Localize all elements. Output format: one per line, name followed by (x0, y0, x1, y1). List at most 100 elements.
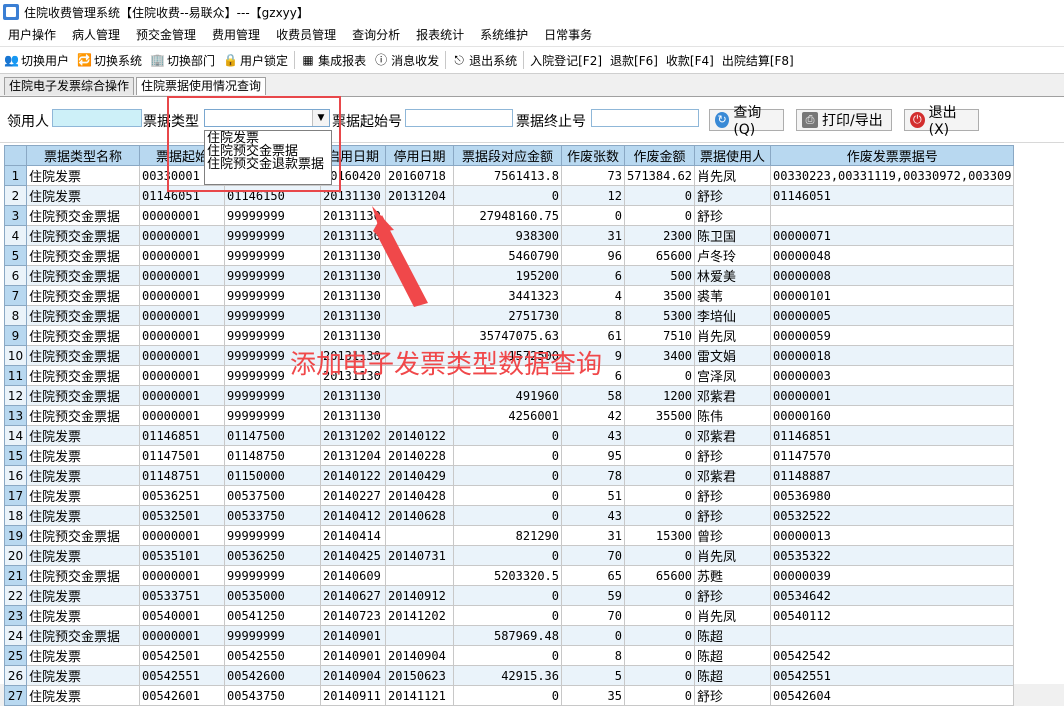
menu-item[interactable]: 收费员管理 (268, 24, 344, 46)
table-cell: 0 (453, 645, 562, 666)
column-header[interactable]: 票据段对应金额 (453, 145, 562, 166)
table-row[interactable]: 18 住院发票 00532501 00533750 20140412 20140628 0 4… (4, 505, 1015, 526)
user-input[interactable] (52, 109, 142, 127)
toolbar-button[interactable]: ⎋ 退出系统 (448, 48, 521, 72)
menu-item[interactable]: 预交金管理 (128, 24, 204, 46)
table-row[interactable]: 19 住院预交金票据 00000001 99999999 20140414 821290 3… (4, 525, 1015, 546)
table-cell: 00542542 (770, 645, 1015, 666)
menu-item[interactable]: 报表统计 (408, 24, 472, 46)
tab-e-invoice[interactable]: 住院电子发票综合操作 (4, 77, 135, 95)
table-row[interactable]: 6 住院预交金票据 00000001 99999999 20131130 195200 6 5… (4, 265, 1015, 286)
menu-item[interactable]: 系统维护 (472, 24, 536, 46)
column-header[interactable]: 作废发票票据号 (770, 145, 1015, 166)
row-number: 11 (4, 365, 27, 386)
table-row[interactable]: 13 住院预交金票据 00000001 99999999 20131130 4256001… (4, 405, 1015, 426)
toolbar-button[interactable]: 出院结算[F8] (718, 48, 798, 72)
menu-item[interactable]: 用户操作 (0, 24, 64, 46)
table-cell: 51 (561, 485, 625, 506)
table-cell: 20141202 (385, 605, 454, 626)
toolbar-button[interactable]: 👥 切换用户 (0, 48, 73, 72)
table-row[interactable]: 20 住院发票 00535101 00536250 20140425 20140731 0 7… (4, 545, 1015, 566)
column-header[interactable]: 作废金额 (623, 145, 696, 166)
menu-item[interactable]: 查询分析 (344, 24, 408, 46)
table-row[interactable]: 25 住院发票 00542501 00542550 20140901 20140904 0 8… (4, 645, 1015, 666)
table-cell: 0 (623, 505, 696, 526)
dropdown-option[interactable]: 住院预交金退款票据 (205, 158, 331, 171)
table-row[interactable]: 12 住院预交金票据 00000001 99999999 20131130 491960 5… (4, 385, 1015, 406)
filter-bar: 领用人 票据类型 ▼ 票据起始号 票据终止号 ↻ 查询(Q) ⎙ 打印/导出 ⏻… (0, 97, 1064, 143)
bill-type-select[interactable]: ▼ (204, 109, 330, 127)
toolbar-button[interactable]: 退款[F6] (606, 48, 662, 72)
exit-button-label: 退出(X) (928, 105, 957, 138)
print-export-button[interactable]: ⎙ 打印/导出 (796, 109, 892, 131)
toolbar-button[interactable]: ⓘ 消息收发 (370, 48, 443, 72)
table-cell: 00000005 (770, 305, 1015, 326)
table-cell: 林爱美 (694, 265, 772, 286)
table-row[interactable]: 8 住院预交金票据 00000001 99999999 20131130 2751730 8… (4, 305, 1015, 326)
table-cell: 01147500 (224, 425, 321, 446)
table-cell: 00537500 (224, 485, 321, 506)
menu-item[interactable]: 病人管理 (64, 24, 128, 46)
table-row[interactable]: 5 住院预交金票据 00000001 99999999 20131130 5460790 9… (4, 245, 1015, 266)
bill-type-label: 票据类型 (143, 114, 199, 130)
table-row[interactable]: 2 住院发票 01146051 01146150 20131130 20131204 0 12… (4, 185, 1015, 206)
column-header[interactable]: 停用日期 (385, 145, 454, 166)
column-header[interactable]: 票据使用人 (694, 145, 772, 166)
toolbar-button[interactable]: 收款[F4] (662, 48, 718, 72)
table-row[interactable]: 1住院发票00330001003315002016042020160718756… (4, 165, 1015, 186)
table-row[interactable]: 4 住院预交金票据 00000001 99999999 20131130 938300 31… (4, 225, 1015, 246)
table-row[interactable]: 15 住院发票 01147501 01148750 20131204 20140228 0 9… (4, 445, 1015, 466)
toolbar-button[interactable]: 入院登记[F2] (526, 48, 606, 72)
table-row[interactable]: 7 住院预交金票据 00000001 99999999 20131130 3441323 4… (4, 285, 1015, 306)
start-no-input[interactable] (405, 109, 513, 127)
table-cell: 2300 (623, 225, 696, 246)
table-row[interactable]: 9 住院预交金票据 00000001 99999999 20131130 35747075… (4, 325, 1015, 346)
toolbar-separator (445, 51, 447, 69)
table-cell: 住院预交金票据 (26, 265, 140, 286)
table-row[interactable]: 14 住院发票 01146851 01147500 20131202 20140122 0 4… (4, 425, 1015, 446)
table-cell: 肖先凤 (694, 325, 772, 346)
table-cell: 20140412 (320, 505, 386, 526)
tab-bill-usage-query[interactable]: 住院票据使用情况查询 (136, 77, 267, 95)
table-row[interactable]: 17 住院发票 00536251 00537500 20140227 20140428 0 5… (4, 485, 1015, 506)
column-header[interactable]: 作废张数 (561, 145, 625, 166)
toolbar-button[interactable]: 🔒 用户锁定 (219, 48, 292, 72)
table-cell: 20131204 (385, 185, 454, 206)
table-row[interactable]: 22 住院发票 00533751 00535000 20140627 20140912 0 5… (4, 585, 1015, 606)
row-number: 27 (4, 685, 27, 706)
table-cell: 00540001 (139, 605, 225, 626)
toolbar-button[interactable]: ▦ 集成报表 (297, 48, 370, 72)
menu-item[interactable]: 费用管理 (204, 24, 268, 46)
end-no-input[interactable] (591, 109, 699, 127)
table-row[interactable]: 27 住院发票 00542601 00543750 20140911 20141121 0 3… (4, 685, 1015, 706)
row-number: 25 (4, 645, 27, 666)
table-cell: 陈超 (694, 645, 772, 666)
table-cell (385, 265, 454, 286)
chevron-down-icon[interactable]: ▼ (312, 110, 329, 126)
table-cell: 住院发票 (26, 585, 140, 606)
table-cell: 20140425 (320, 545, 386, 566)
toolbar-button[interactable]: 🔁 切换系统 (73, 48, 146, 72)
exit-button[interactable]: ⏻ 退出(X) (904, 105, 979, 138)
column-header[interactable] (4, 145, 27, 166)
table-row[interactable]: 21 住院预交金票据 00000001 99999999 20140609 5203320… (4, 565, 1015, 586)
printer-icon: ⎙ (802, 112, 818, 128)
menu-item[interactable]: 日常事务 (536, 24, 600, 46)
table-cell: 00000001 (139, 245, 225, 266)
table-row[interactable]: 3 住院预交金票据 00000001 99999999 20131130 27948160… (4, 205, 1015, 226)
table-row[interactable]: 24 住院预交金票据 00000001 99999999 20140901 587969.… (4, 625, 1015, 646)
table-cell: 苏甦 (694, 565, 772, 586)
table-row[interactable]: 16 住院发票 01148751 01150000 20140122 20140429 0 7… (4, 465, 1015, 486)
table-cell (385, 245, 454, 266)
table-cell: 0 (623, 685, 696, 706)
table-cell: 20131130 (320, 245, 386, 266)
table-cell: 住院发票 (26, 465, 140, 486)
table-cell: 8 (561, 305, 625, 326)
table-cell (770, 205, 1015, 226)
toolbar-button[interactable]: 🏢 切换部门 (146, 48, 219, 72)
table-row[interactable]: 23 住院发票 00540001 00541250 20140723 20141202 0 7… (4, 605, 1015, 626)
column-header[interactable]: 票据类型名称 (26, 145, 140, 166)
table-cell: 01147570 (770, 445, 1015, 466)
table-cell: 4 (561, 285, 625, 306)
query-button[interactable]: ↻ 查询(Q) (709, 105, 784, 138)
